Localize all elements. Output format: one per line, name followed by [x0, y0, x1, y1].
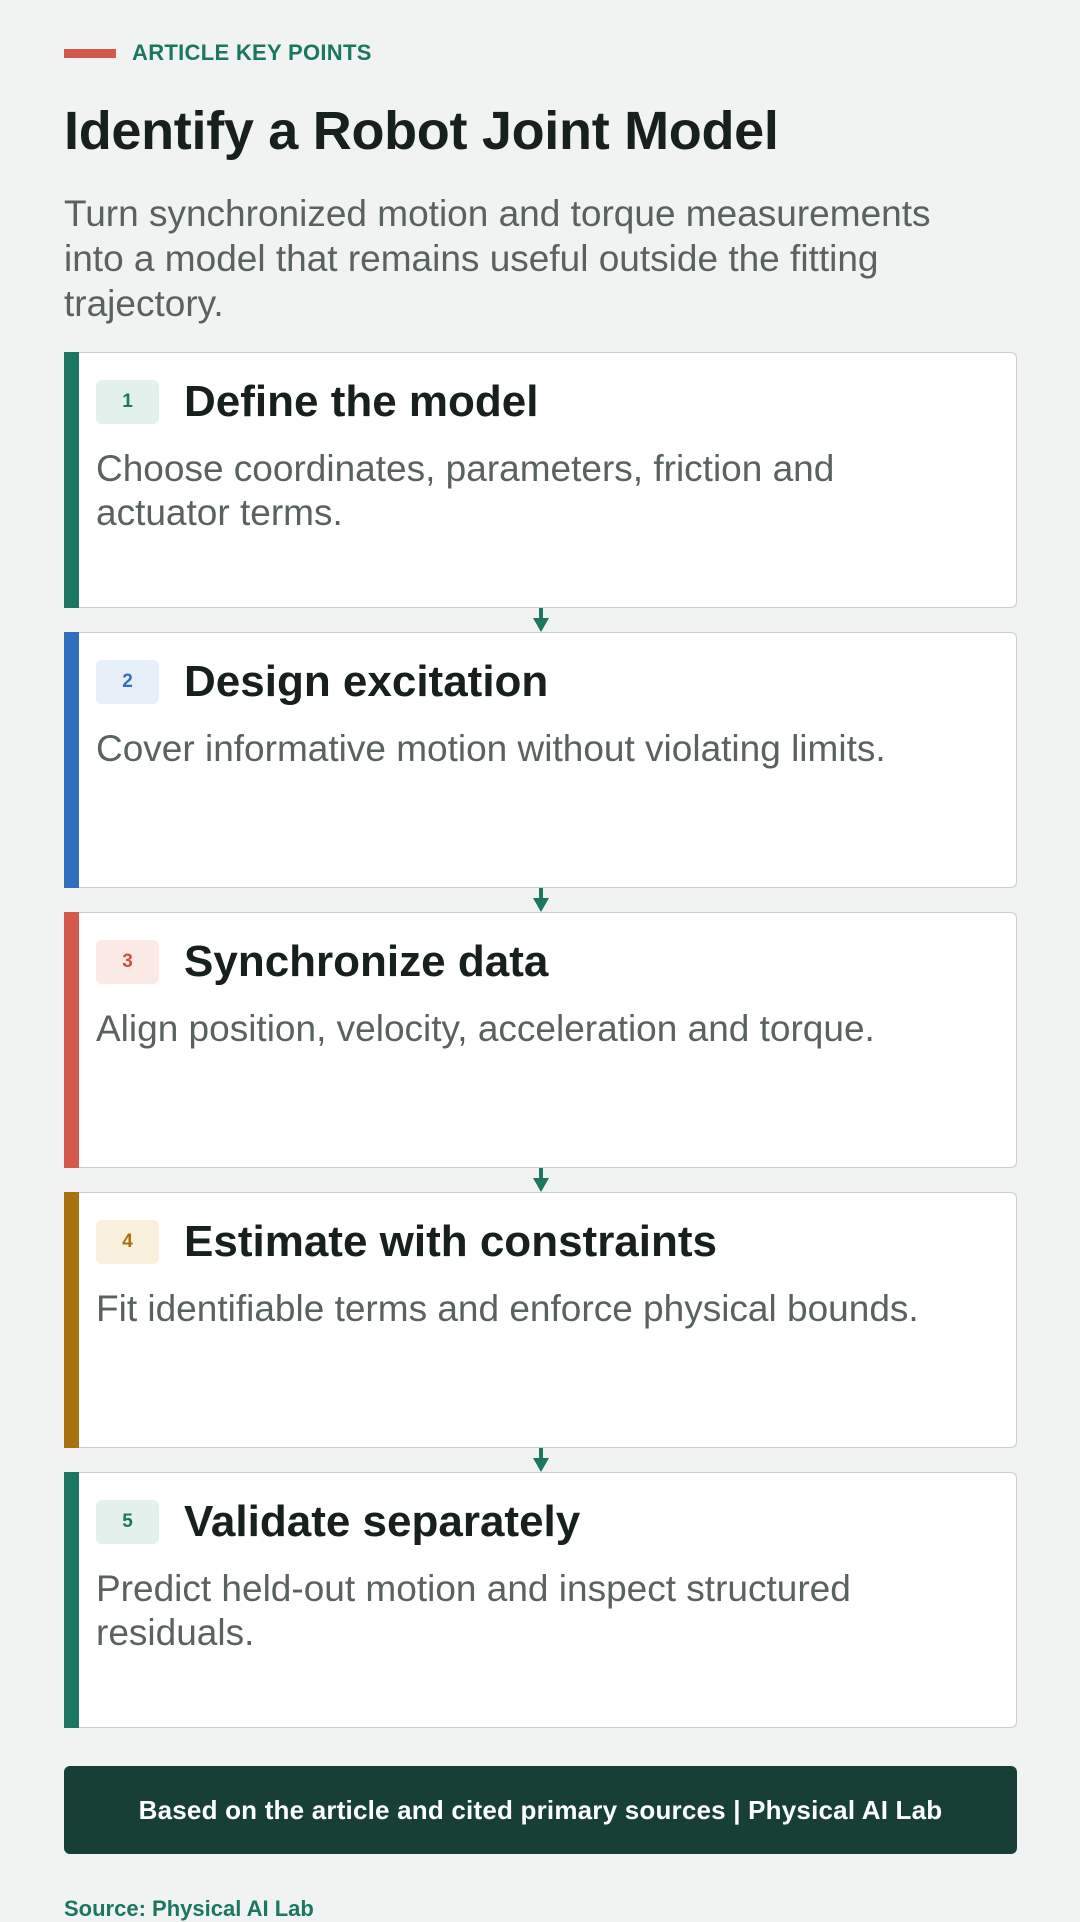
- step-number-badge: 2: [96, 660, 159, 704]
- step-card: 3 Synchronize data Align position, veloc…: [64, 912, 1017, 1192]
- step-card: 4 Estimate with constraints Fit identifi…: [64, 1192, 1017, 1472]
- step-card: 1 Define the model Choose coordinates, p…: [64, 352, 1017, 632]
- steps-list: 1 Define the model Choose coordinates, p…: [64, 352, 1017, 1752]
- step-title: Synchronize data: [184, 937, 549, 986]
- arrow-down-icon: [533, 1448, 549, 1472]
- step-description: Fit identifiable terms and enforce physi…: [96, 1288, 919, 1329]
- eyebrow-label: ARTICLE KEY POINTS: [132, 40, 372, 65]
- step-description: Cover informative motion without violati…: [96, 728, 886, 769]
- step-title: Define the model: [184, 377, 539, 426]
- arrow-down-icon: [533, 608, 549, 632]
- step-title: Design excitation: [184, 657, 549, 706]
- step-description: Align position, velocity, acceleration a…: [96, 1008, 875, 1049]
- footer-text: Based on the article and cited primary s…: [138, 1794, 943, 1825]
- step-accent-bar: [64, 1472, 79, 1728]
- step-description: Choose coordinates, parameters, friction…: [96, 448, 835, 533]
- page-title: Identify a Robot Joint Model: [64, 101, 779, 161]
- step-accent-bar: [64, 352, 79, 608]
- arrow-down-icon: [533, 888, 549, 912]
- step-number-badge: 4: [96, 1220, 159, 1264]
- step-title: Validate separately: [184, 1497, 581, 1546]
- step-description: Predict held-out motion and inspect stru…: [96, 1568, 851, 1653]
- page: ARTICLE KEY POINTS Identify a Robot Join…: [0, 0, 1080, 1922]
- step-accent-bar: [64, 632, 79, 888]
- eyebrow: ARTICLE KEY POINTS: [64, 40, 372, 66]
- footer-banner: Based on the article and cited primary s…: [64, 1766, 1017, 1854]
- step-accent-bar: [64, 912, 79, 1168]
- step-number-badge: 3: [96, 940, 159, 984]
- eyebrow-accent-bar: [64, 48, 116, 58]
- page-subtitle: Turn synchronized motion and torque meas…: [64, 193, 931, 324]
- step-card: 2 Design excitation Cover informative mo…: [64, 632, 1017, 912]
- step-number-badge: 1: [96, 380, 159, 424]
- step-title: Estimate with constraints: [184, 1217, 718, 1266]
- source-credit: Source: Physical AI Lab: [64, 1896, 314, 1921]
- step-card: 5 Validate separately Predict held-out m…: [64, 1472, 1017, 1728]
- step-accent-bar: [64, 1192, 79, 1448]
- arrow-down-icon: [533, 1168, 549, 1192]
- step-number-badge: 5: [96, 1500, 159, 1544]
